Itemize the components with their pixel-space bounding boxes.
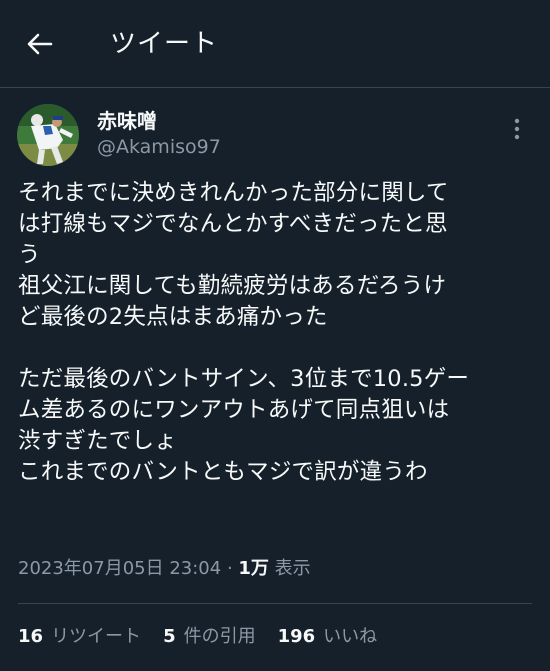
quotes-label: 件の引用 bbox=[183, 626, 256, 647]
quotes-stat[interactable]: 5 件の引用 bbox=[163, 624, 256, 650]
views-count: 1万 bbox=[238, 558, 269, 579]
author-name[interactable]: 赤味噌 bbox=[97, 108, 157, 134]
tweet-timestamp[interactable]: 2023年07月05日 23:04 bbox=[18, 558, 221, 579]
avatar[interactable] bbox=[17, 104, 79, 166]
tweet-meta: 2023年07月05日 23:04 · 1万 表示 bbox=[18, 556, 311, 582]
quotes-count: 5 bbox=[163, 626, 176, 647]
back-arrow-icon bbox=[27, 32, 53, 60]
avatar-baseball-pitcher-icon bbox=[17, 104, 79, 166]
top-bar: ツイート bbox=[0, 0, 550, 88]
author-handle[interactable]: @Akamiso97 bbox=[97, 134, 221, 160]
more-options-button[interactable] bbox=[504, 116, 530, 146]
views-label: 表示 bbox=[274, 558, 311, 579]
likes-label: いいね bbox=[323, 626, 378, 647]
retweets-stat[interactable]: 16 リツイート bbox=[18, 624, 141, 650]
retweets-label: リツイート bbox=[51, 626, 142, 647]
back-button[interactable] bbox=[18, 24, 62, 68]
page-title: ツイート bbox=[110, 29, 219, 59]
likes-stat[interactable]: 196 いいね bbox=[278, 624, 378, 650]
tweet-stats: 16 リツイート 5 件の引用 196 いいね bbox=[18, 624, 377, 650]
retweets-count: 16 bbox=[18, 626, 44, 647]
meta-separator: · bbox=[221, 558, 239, 579]
more-vertical-icon bbox=[514, 118, 520, 144]
tweet-text: それまでに決めきれんかった部分に関して は打線もマジでなんとかすべきだったと思 … bbox=[18, 180, 470, 485]
likes-count: 196 bbox=[277, 626, 316, 647]
divider-top bbox=[18, 603, 532, 604]
